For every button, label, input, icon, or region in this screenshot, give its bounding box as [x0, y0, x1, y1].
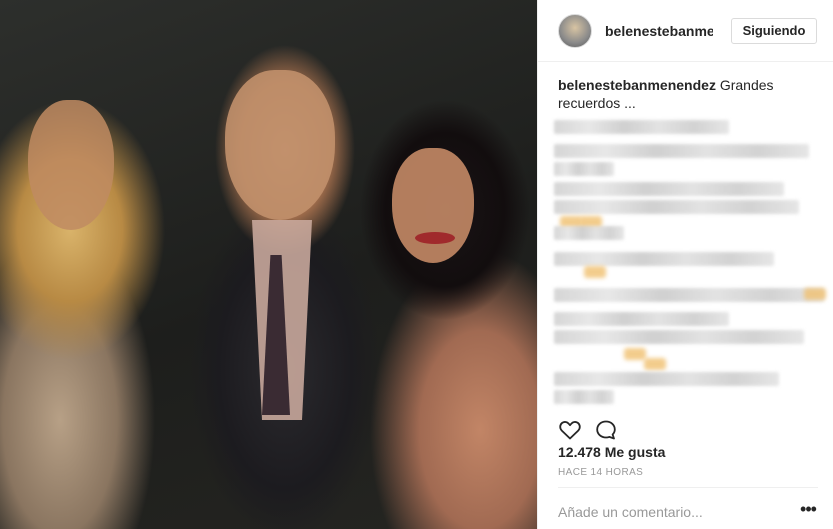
blurred-comment — [554, 182, 784, 196]
comment-bar: ••• — [558, 487, 818, 529]
blurred-comment — [554, 390, 614, 404]
caption-username[interactable]: belenestebanmenendez — [558, 77, 716, 93]
caption: belenestebanmenendez Grandes recuerdos .… — [558, 76, 818, 112]
blurred-comment — [554, 372, 779, 386]
heart-icon[interactable] — [558, 418, 582, 442]
blurred-comment — [554, 144, 809, 158]
person-center — [225, 70, 335, 220]
following-button[interactable]: Siguiendo — [731, 18, 817, 44]
blurred-comment — [554, 120, 729, 134]
comments-list-blurred — [554, 116, 826, 416]
username[interactable]: belenestebanmenendez — [605, 23, 713, 39]
blurred-emoji — [644, 358, 666, 370]
comment-icon[interactable] — [594, 418, 618, 442]
comment-input[interactable] — [558, 502, 788, 522]
post-photo[interactable] — [0, 0, 537, 529]
post-sidebar: belenestebanmenendez Siguiendo beleneste… — [537, 0, 833, 529]
blurred-emoji — [584, 266, 606, 278]
blurred-emoji — [804, 288, 826, 300]
person-right — [392, 148, 474, 263]
avatar[interactable] — [558, 14, 592, 48]
post-timestamp[interactable]: HACE 14 HORAS — [558, 467, 643, 478]
post-header: belenestebanmenendez Siguiendo — [538, 0, 833, 62]
more-options-icon[interactable]: ••• — [798, 500, 818, 522]
blurred-comment — [554, 312, 729, 326]
blurred-comment — [554, 330, 804, 344]
blurred-comment — [554, 252, 774, 266]
blurred-comment — [554, 162, 614, 176]
post-actions — [558, 418, 818, 444]
person-left — [28, 100, 114, 230]
likes-count[interactable]: 12.478 Me gusta — [558, 444, 665, 460]
blurred-emoji — [624, 348, 646, 360]
blurred-comment — [554, 226, 624, 240]
person-right-lips — [415, 232, 455, 244]
blurred-comment — [554, 200, 799, 214]
blurred-comment — [554, 288, 824, 302]
